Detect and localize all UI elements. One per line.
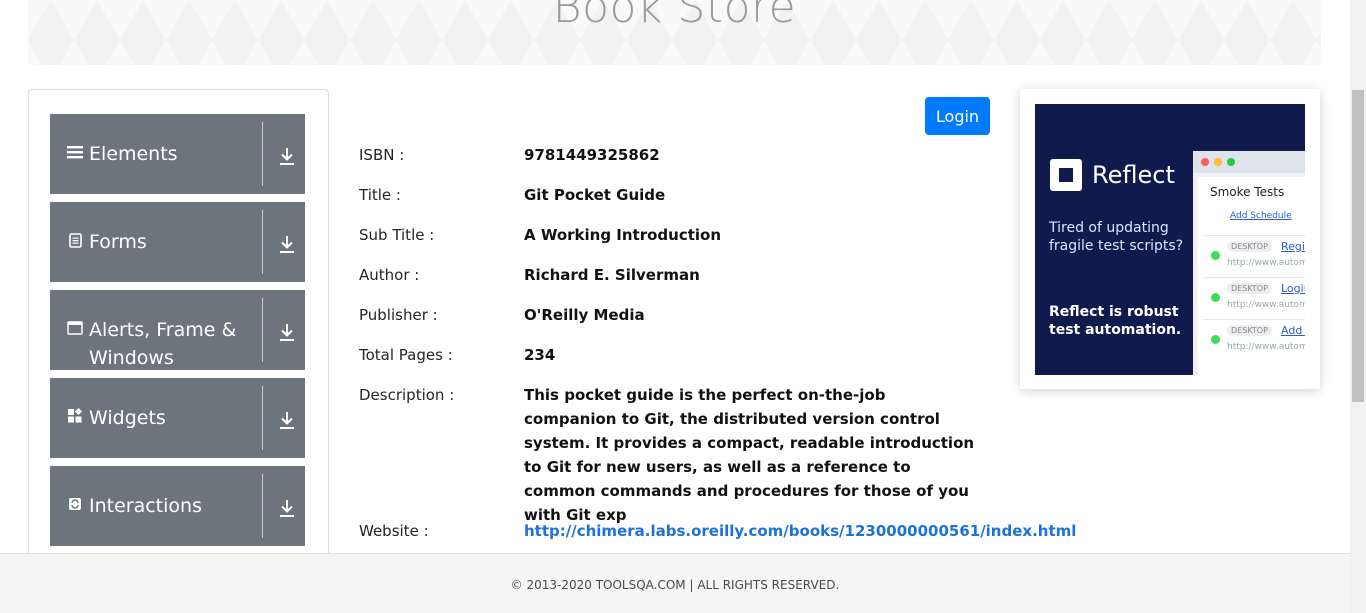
- author-label: Author :: [359, 266, 420, 284]
- website-label: Website :: [359, 522, 429, 540]
- sidebar-group-elements[interactable]: Elements: [50, 114, 305, 194]
- title-label: Title :: [359, 186, 401, 204]
- sidebar-group-interactions[interactable]: Interactions: [50, 466, 305, 546]
- window-icon: [67, 320, 83, 336]
- ad-item-link: Login: [1281, 282, 1305, 295]
- sidebar-group-label: Widgets: [89, 407, 166, 429]
- download-arrow-icon[interactable]: [278, 234, 296, 254]
- scrollbar[interactable]: [1350, 0, 1366, 613]
- publisher-label: Publisher :: [359, 306, 438, 324]
- ad-banner[interactable]: Reflect Tired of updating fragile test s…: [1035, 104, 1305, 375]
- header-banner: Book Store: [28, 0, 1321, 65]
- ad-list-item: DESKTOP Login http://www.automat: [1203, 277, 1305, 315]
- sidebar-group-label: Alerts, Frame & Windows: [89, 319, 237, 369]
- page-title: Book Store: [552, 0, 797, 33]
- divider: [262, 386, 263, 450]
- copyright-text: © 2013-2020 TOOLSQA.COM | ALL RIGHTS RES…: [510, 578, 840, 592]
- maximize-dot-icon: [1227, 158, 1235, 166]
- ad-list-item: DESKTOP Add to http://www.automat: [1203, 319, 1305, 357]
- close-dot-icon: [1201, 158, 1209, 166]
- sidebar-group-label: Elements: [89, 143, 178, 165]
- sidebar-group-alerts-frame-windows[interactable]: Alerts, Frame & Windows: [50, 290, 305, 370]
- ad-window-title: Smoke Tests: [1210, 185, 1285, 199]
- document-icon: [67, 232, 83, 248]
- ad-item-link: Registr: [1281, 240, 1305, 253]
- sidebar-group-forms[interactable]: Forms: [50, 202, 305, 282]
- ad-brand: Reflect: [1092, 161, 1175, 189]
- ad-item-tag: DESKTOP: [1227, 241, 1272, 252]
- ad-item-tag: DESKTOP: [1227, 325, 1272, 336]
- widgets-icon: [67, 408, 83, 424]
- pages-label: Total Pages :: [359, 346, 453, 364]
- hamburger-icon: [67, 144, 83, 160]
- author-value: Richard E. Silverman: [524, 266, 700, 284]
- ad-tagline-2: Reflect is robust test automation.: [1049, 304, 1182, 338]
- ad-app-window: Smoke Tests Add Schedule DESKTOP Registr…: [1193, 151, 1305, 375]
- publisher-value: O'Reilly Media: [524, 306, 645, 324]
- sidebar-group-label: Interactions: [89, 495, 202, 517]
- interactions-icon: [67, 496, 83, 512]
- ad-item-link: Add to: [1281, 324, 1305, 337]
- isbn-value: 9781449325862: [524, 146, 660, 164]
- sidebar-group-widgets[interactable]: Widgets: [50, 378, 305, 458]
- pages-value: 234: [524, 346, 556, 364]
- title-value: Git Pocket Guide: [524, 186, 666, 204]
- website-link[interactable]: http://chimera.labs.oreilly.com/books/12…: [524, 519, 1076, 543]
- ad-item-url: http://www.automat: [1227, 342, 1305, 352]
- minimize-dot-icon: [1214, 158, 1222, 166]
- ad-item-url: http://www.automat: [1227, 258, 1305, 268]
- sidebar-group-label: Forms: [89, 231, 147, 253]
- advertisement[interactable]: Reflect Tired of updating fragile test s…: [1020, 89, 1320, 389]
- ad-add-schedule: Add Schedule: [1230, 211, 1292, 221]
- download-arrow-icon[interactable]: [278, 322, 296, 342]
- divider: [262, 298, 263, 362]
- scrollbar-thumb[interactable]: [1352, 90, 1364, 402]
- ad-item-url: http://www.automat: [1227, 300, 1305, 310]
- footer: © 2013-2020 TOOLSQA.COM | ALL RIGHTS RES…: [0, 553, 1350, 613]
- status-dot-icon: [1211, 251, 1220, 260]
- divider: [262, 122, 263, 186]
- reflect-logo-icon: [1050, 159, 1082, 191]
- subtitle-value: A Working Introduction: [524, 226, 722, 244]
- ad-window-titlebar: [1193, 151, 1305, 173]
- download-arrow-icon[interactable]: [278, 410, 296, 430]
- ad-sheet: Smoke Tests Add Schedule DESKTOP Registr…: [1198, 177, 1305, 375]
- divider: [262, 210, 263, 274]
- subtitle-label: Sub Title :: [359, 226, 435, 244]
- status-dot-icon: [1211, 335, 1220, 344]
- description-value: This pocket guide is the perfect on-the-…: [524, 386, 975, 524]
- status-dot-icon: [1211, 293, 1220, 302]
- ad-item-tag: DESKTOP: [1227, 283, 1272, 294]
- ad-list-item: DESKTOP Registr http://www.automat: [1203, 235, 1305, 273]
- login-button[interactable]: Login: [925, 97, 990, 135]
- download-arrow-icon[interactable]: [278, 498, 296, 518]
- ad-logo: Reflect: [1050, 159, 1175, 191]
- isbn-label: ISBN :: [359, 146, 405, 164]
- ad-tagline-1: Tired of updating fragile test scripts?: [1049, 220, 1184, 254]
- description-label: Description :: [359, 386, 455, 404]
- download-arrow-icon[interactable]: [278, 146, 296, 166]
- sidebar: Elements Forms Alerts, Frame & Windows W…: [28, 89, 329, 569]
- divider: [262, 474, 263, 538]
